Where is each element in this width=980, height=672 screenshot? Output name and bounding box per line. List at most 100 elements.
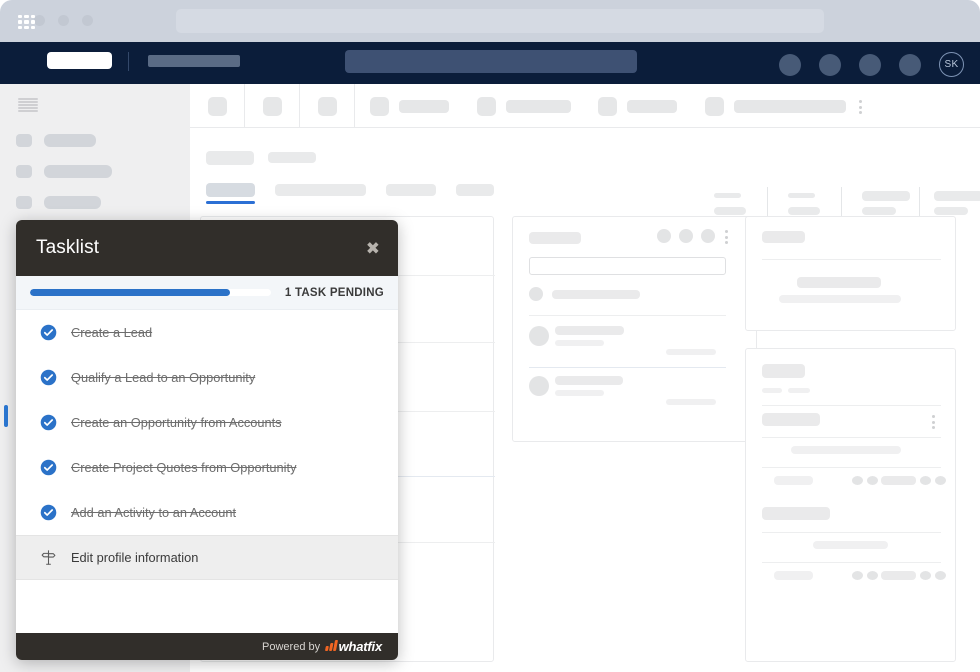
row-1-more-vertical-icon[interactable]: [932, 415, 935, 429]
card-middle-action-3[interactable]: [701, 229, 715, 243]
whatfix-logo: whatfix: [325, 639, 382, 654]
card-right-top-title: [762, 231, 805, 243]
list-item-3-avatar: [529, 376, 549, 396]
tasklist-item-5[interactable]: Add an Activity to an Account: [16, 490, 398, 535]
tasklist-item-1[interactable]: Create a Lead: [16, 310, 398, 355]
appbar-icon-2[interactable]: [819, 53, 841, 76]
toolbar-icon-1: [208, 97, 227, 116]
stat-divider-3: [919, 187, 920, 219]
row-1-chip-2[interactable]: [867, 476, 878, 485]
close-icon[interactable]: ✖: [366, 240, 380, 257]
browser-chrome: [0, 0, 980, 42]
toolbar-icon-6[interactable]: [598, 97, 617, 116]
card-right-top-value: [797, 277, 881, 288]
minimize-window-dot[interactable]: [58, 15, 69, 26]
appbar-icon-3[interactable]: [859, 53, 881, 76]
list-item-3-subtitle: [555, 390, 604, 396]
tab-2[interactable]: [275, 184, 366, 196]
row-1-chip-3[interactable]: [881, 476, 916, 485]
card-right-bottom: [745, 348, 956, 662]
toolbar-label-6[interactable]: [627, 100, 677, 113]
stat-2-label: [788, 207, 820, 215]
window-controls[interactable]: [34, 15, 93, 26]
tab-1[interactable]: [206, 183, 255, 197]
row-2-chip-1[interactable]: [852, 571, 863, 580]
card-middle-action-1[interactable]: [657, 229, 671, 243]
tasklist-item-6[interactable]: Edit profile information: [16, 535, 398, 580]
row-2-content: [813, 541, 888, 549]
screenshot-root: SK Tasklist ✖ 1 TASK PENDING Create a Le…: [0, 0, 980, 672]
row-2-footer-label: [774, 571, 813, 580]
toolbar-label-4[interactable]: [399, 100, 449, 113]
list-item-2-title: [555, 326, 624, 335]
card-right-top: [745, 216, 956, 331]
sidebar-item-2[interactable]: [16, 165, 112, 178]
sidebar-item-2-icon: [16, 165, 32, 178]
row-2-label: [762, 507, 830, 520]
toolbar-btn-1[interactable]: [190, 84, 245, 128]
toolbar-icon-7[interactable]: [705, 97, 724, 116]
card-middle-action-2[interactable]: [679, 229, 693, 243]
sidebar-item-1-label: [44, 134, 96, 147]
card-middle-more-vertical-icon[interactable]: [725, 230, 728, 244]
tasklist-items: Create a Lead Qualify a Lead to an Opport…: [16, 310, 398, 580]
appbar-module-name[interactable]: [148, 55, 240, 67]
close-window-dot[interactable]: [34, 15, 45, 26]
url-bar[interactable]: [176, 9, 824, 33]
tasklist-item-2-label: Qualify a Lead to an Opportunity: [71, 370, 256, 385]
toolbar-btn-2[interactable]: [245, 84, 300, 128]
toolbar-icon-3: [318, 97, 337, 116]
row-2-chip-2[interactable]: [867, 571, 878, 580]
card-right-bottom-meta-1: [762, 388, 782, 393]
grid-apps-icon[interactable]: [18, 15, 35, 29]
toolbar-btn-3[interactable]: [300, 84, 355, 128]
tasklist-header: Tasklist ✖: [16, 220, 398, 276]
appbar-icon-4[interactable]: [899, 53, 921, 76]
maximize-window-dot[interactable]: [82, 15, 93, 26]
stat-3-label: [862, 207, 896, 215]
tasklist-item-3[interactable]: Create an Opportunity from Accounts: [16, 400, 398, 445]
list-item-2-meta: [666, 349, 716, 355]
list-item-3-meta: [666, 399, 716, 405]
sidebar-item-3-label: [44, 196, 101, 209]
toolbar-label-7[interactable]: [734, 100, 846, 113]
tasklist-item-4[interactable]: Create Project Quotes from Opportunity: [16, 445, 398, 490]
toolbar-label-5[interactable]: [506, 100, 571, 113]
avatar[interactable]: SK: [939, 52, 964, 77]
card-middle-input[interactable]: [529, 257, 726, 275]
card-middle: [512, 216, 757, 442]
appbar-divider: [128, 52, 129, 71]
breadcrumb-item-1[interactable]: [206, 151, 254, 165]
edge-launcher-tab[interactable]: [4, 405, 8, 427]
tasklist-widget: Tasklist ✖ 1 TASK PENDING Create a Lead Q…: [16, 220, 398, 660]
powered-by-label: Powered by: [262, 640, 321, 653]
tasklist-item-2[interactable]: Qualify a Lead to an Opportunity: [16, 355, 398, 400]
sidebar-item-1-icon: [16, 134, 32, 147]
tab-4[interactable]: [456, 184, 494, 196]
hamburger-icon[interactable]: [18, 98, 38, 112]
appbar-actions: SK: [779, 52, 964, 77]
breadcrumb-item-2[interactable]: [268, 152, 316, 163]
row-1-chip-4[interactable]: [920, 476, 931, 485]
sidebar-item-1[interactable]: [16, 134, 96, 147]
tab-3[interactable]: [386, 184, 436, 196]
row-2-chip-3[interactable]: [881, 571, 916, 580]
stat-2-value: [788, 193, 815, 198]
tasklist-item-3-label: Create an Opportunity from Accounts: [71, 415, 282, 430]
tasklist-item-6-label: Edit profile information: [71, 550, 199, 565]
row-1-chip-1[interactable]: [852, 476, 863, 485]
tasklist-progress-row: 1 TASK PENDING: [16, 276, 398, 310]
row-1-chip-5[interactable]: [935, 476, 946, 485]
more-vertical-icon[interactable]: [859, 100, 862, 114]
global-search-input[interactable]: [345, 50, 637, 73]
appbar-icon-1[interactable]: [779, 53, 801, 76]
tab-1-active-underline: [206, 201, 255, 204]
sidebar-item-3[interactable]: [16, 196, 101, 209]
row-2-chip-5[interactable]: [935, 571, 946, 580]
app-logo[interactable]: [47, 52, 112, 69]
signpost-icon: [40, 549, 57, 566]
row-2-chip-4[interactable]: [920, 571, 931, 580]
toolbar-icon-5[interactable]: [477, 97, 496, 116]
toolbar-icon-4[interactable]: [370, 97, 389, 116]
tasklist-item-5-label: Add an Activity to an Account: [71, 505, 237, 520]
